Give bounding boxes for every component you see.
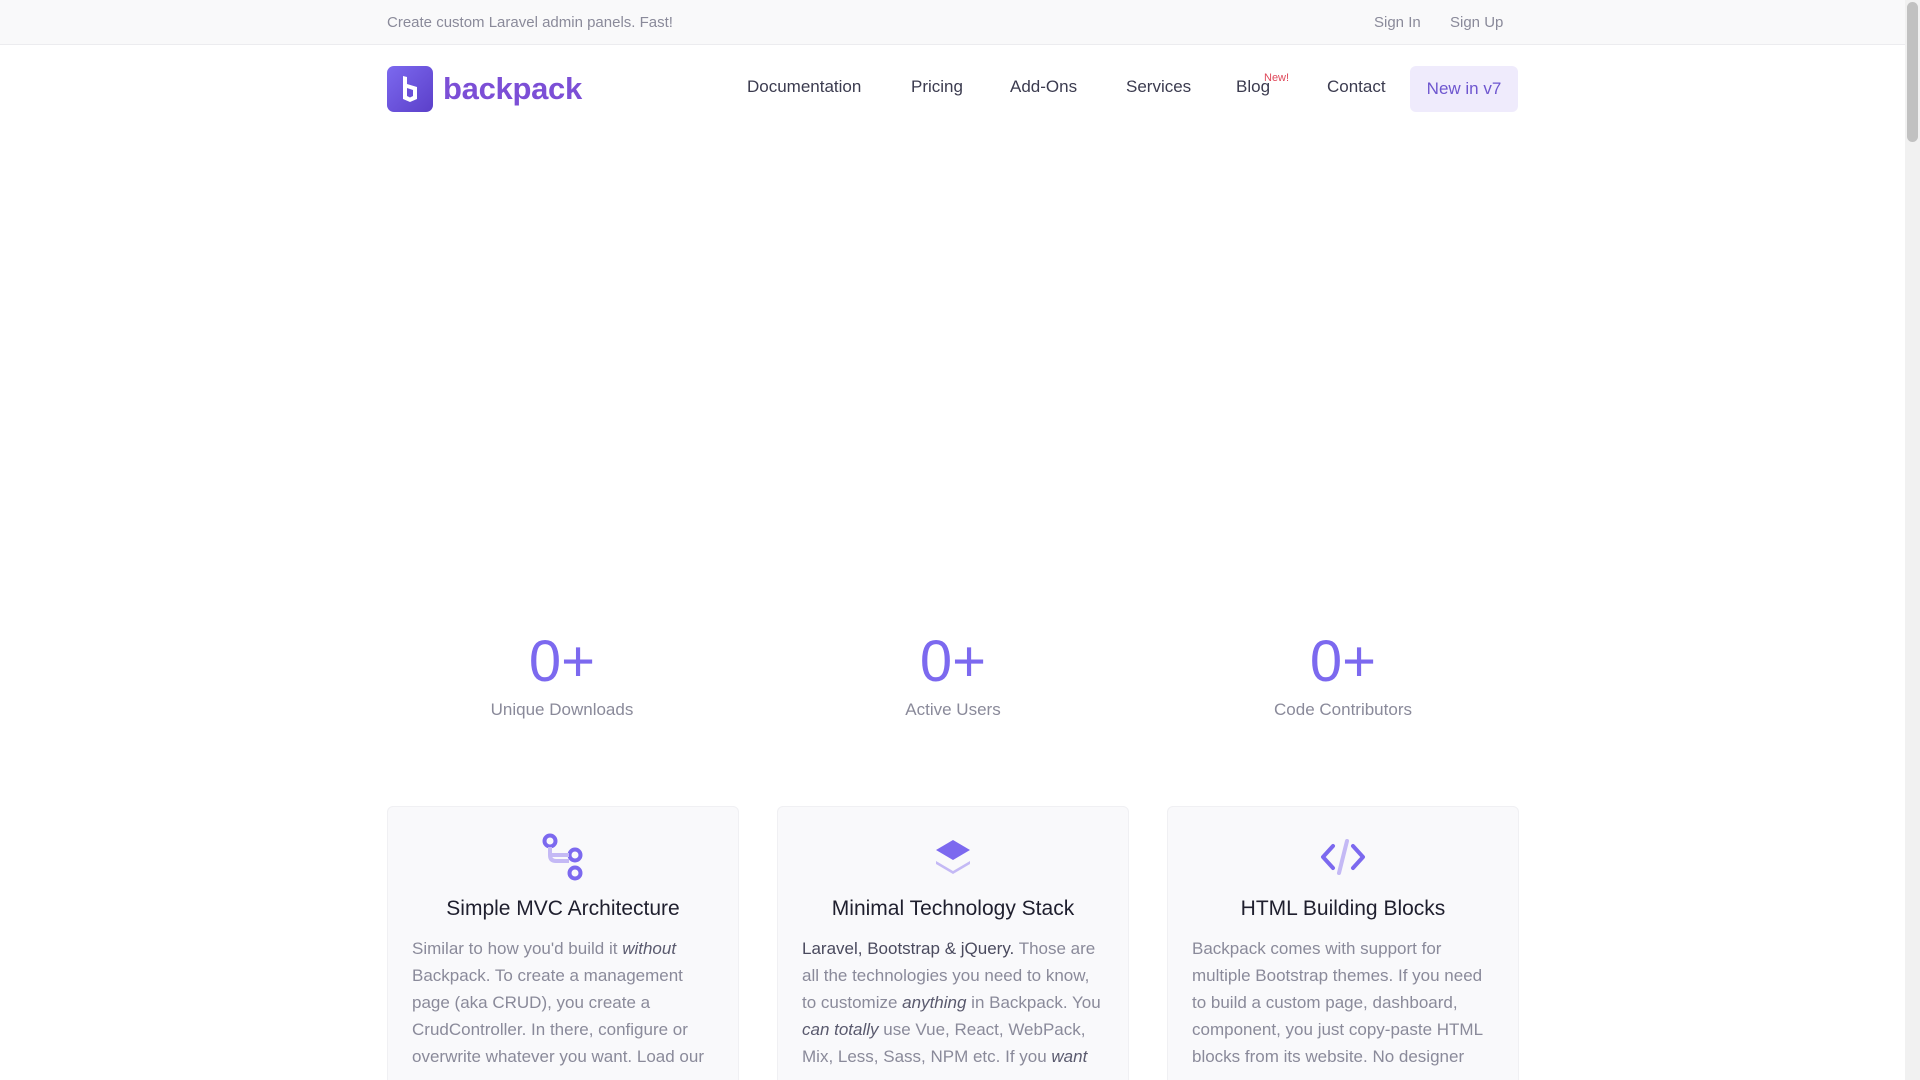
feature-card-html-blocks: HTML Building Blocks Backpack comes with…	[1167, 806, 1519, 1080]
feature-card-stack: Minimal Technology Stack Laravel, Bootst…	[777, 806, 1129, 1080]
backpack-logo-icon	[387, 66, 433, 112]
stat-value: 0+	[1309, 629, 1377, 694]
stat-active-users: 0+ Active Users	[778, 630, 1128, 720]
nav-contact[interactable]: Contact	[1327, 77, 1386, 97]
stat-value: 0+	[919, 629, 987, 694]
card-title: HTML Building Blocks	[1240, 897, 1446, 920]
layers-icon	[802, 831, 1104, 883]
stat-unique-downloads: 0+ Unique Downloads	[387, 630, 737, 720]
top-bar: Create custom Laravel admin panels. Fast…	[0, 0, 1905, 45]
brand-logo[interactable]: backpack	[387, 66, 582, 112]
stat-label: Unique Downloads	[490, 700, 634, 719]
sign-up-link[interactable]: Sign Up	[1450, 14, 1503, 31]
stat-label: Code Contributors	[1274, 700, 1412, 719]
card-title: Minimal Technology Stack	[831, 897, 1075, 920]
nav-services[interactable]: Services	[1126, 77, 1191, 97]
stat-label: Active Users	[905, 700, 1001, 719]
feature-card-mvc: Simple MVC Architecture Similar to how y…	[387, 806, 739, 1080]
tagline: Create custom Laravel admin panels. Fast…	[387, 14, 673, 31]
nav-documentation[interactable]: Documentation	[747, 77, 861, 97]
stat-code-contributors: 0+ Code Contributors	[1168, 630, 1518, 720]
new-in-v7-button[interactable]: New in v7	[1410, 66, 1518, 112]
brand-name: backpack	[443, 71, 582, 106]
page-scrollbar[interactable]	[1905, 0, 1920, 1080]
git-branch-icon	[412, 831, 714, 883]
card-text: Similar to how you'd build it without Ba…	[412, 939, 704, 1066]
sign-in-link[interactable]: Sign In	[1374, 14, 1421, 31]
blog-new-badge: New!	[1264, 72, 1290, 84]
nav-addons[interactable]: Add-Ons	[1010, 77, 1077, 97]
scrollbar-thumb[interactable]	[1907, 2, 1918, 142]
card-title: Simple MVC Architecture	[446, 897, 680, 920]
main-navbar: backpack Documentation Pricing Add-Ons S…	[0, 46, 1905, 132]
nav-pricing[interactable]: Pricing	[911, 77, 963, 97]
card-text: Backpack comes with support for multiple…	[1192, 939, 1483, 1066]
card-text: Laravel, Bootstrap & jQuery. Those are a…	[802, 939, 1101, 1066]
code-icon	[1192, 831, 1494, 883]
stat-value: 0+	[528, 629, 596, 694]
